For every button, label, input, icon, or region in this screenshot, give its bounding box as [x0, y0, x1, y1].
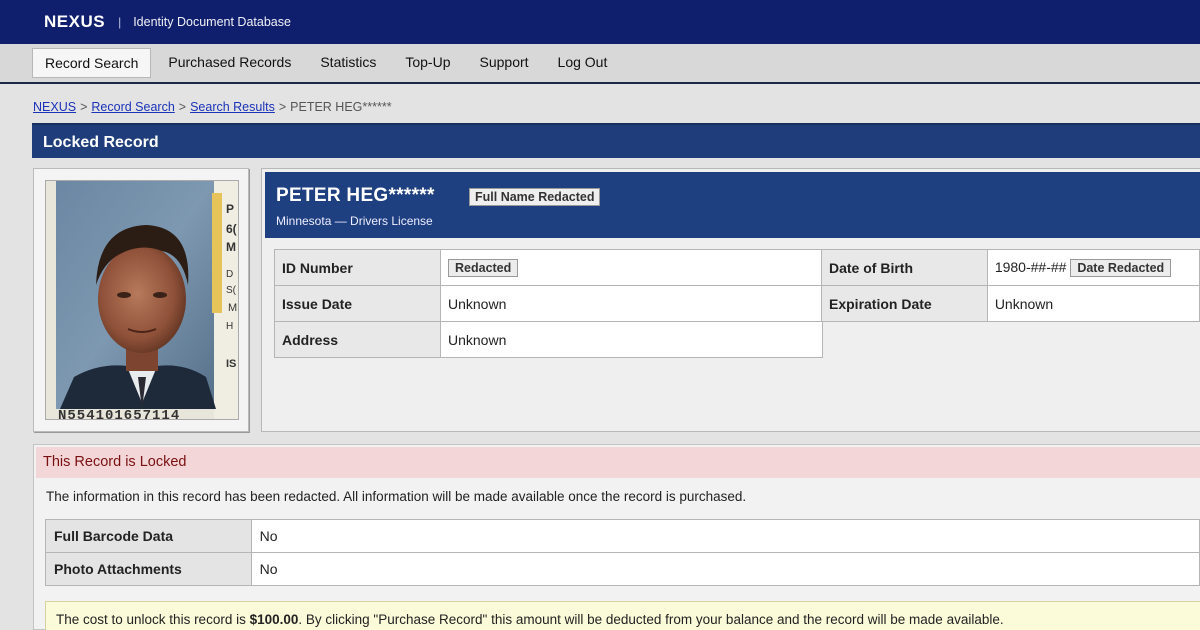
table-row: Photo Attachments No	[45, 552, 1200, 586]
field-label: Date of Birth	[821, 249, 988, 286]
record-header: PETER HEG****** Full Name Redacted Minne…	[265, 172, 1200, 238]
locked-message: The information in this record has been …	[46, 489, 747, 504]
id-photo-image: P 6( M D S( M H IS N554101657114	[46, 181, 238, 420]
row-label: Photo Attachments	[45, 552, 252, 586]
field-label: Expiration Date	[821, 285, 988, 322]
cost-amount: $100.00	[249, 612, 299, 627]
cost-prefix: The cost to unlock this record is	[56, 612, 250, 627]
nav-record-search[interactable]: Record Search	[32, 48, 152, 78]
photo-text-line: IS	[226, 358, 236, 370]
nav-purchased-records[interactable]: Purchased Records	[154, 48, 305, 78]
cost-suffix: . By clicking "Purchase Record" this amo…	[298, 612, 1004, 627]
field-value: Unknown	[440, 321, 823, 358]
locked-title: This Record is Locked	[36, 447, 1200, 478]
row-value: No	[250, 519, 1200, 553]
top-bar: NEXUS | Identity Document Database	[0, 0, 1200, 44]
breadcrumb-separator: >	[278, 100, 287, 114]
field-value: Unknown	[986, 285, 1200, 322]
date-redacted-badge: Date Redacted	[1070, 258, 1172, 277]
record-document-type: Minnesota — Drivers License	[276, 214, 433, 228]
field-value: 1980-##-## Date Redacted	[986, 249, 1200, 286]
table-row: Full Barcode Data No	[45, 519, 1200, 553]
record-detail-panel: PETER HEG****** Full Name Redacted Minne…	[261, 168, 1200, 432]
breadcrumb-separator: >	[178, 100, 187, 114]
breadcrumb-current: PETER HEG******	[290, 100, 392, 114]
field-value: Unknown	[440, 285, 823, 322]
field-label: ID Number	[274, 249, 441, 286]
field-row-id-number: ID Number Redacted	[274, 249, 823, 286]
field-row-expiration-date: Expiration Date Unknown	[821, 285, 1200, 322]
field-row-address: Address Unknown	[274, 321, 823, 358]
photo-text-line: H	[226, 321, 233, 332]
photo-barcode-text: N554101657114	[58, 408, 180, 420]
photo-text-line: D	[226, 269, 233, 280]
brand-separator: |	[118, 15, 122, 29]
record-fields-right: Date of Birth 1980-##-## Date Redacted E…	[821, 249, 1200, 322]
photo-text-line: M	[226, 240, 236, 254]
breadcrumb-link-nexus[interactable]: NEXUS	[33, 100, 76, 114]
brand-logo[interactable]: NEXUS	[44, 12, 105, 32]
breadcrumb-link-search-results[interactable]: Search Results	[190, 100, 275, 114]
nav-statistics[interactable]: Statistics	[306, 48, 390, 78]
main-nav: Record Search Purchased Records Statisti…	[0, 44, 1200, 84]
record-name: PETER HEG******	[276, 185, 435, 206]
cost-notice: The cost to unlock this record is $100.0…	[45, 601, 1200, 630]
breadcrumb: NEXUS > Record Search > Search Results > PETER…	[33, 100, 392, 114]
photo-text-line: M	[228, 302, 237, 314]
locked-section: This Record is Locked The information in…	[33, 444, 1200, 630]
dob-value: 1980-##-##	[994, 258, 1067, 275]
field-row-issue-date: Issue Date Unknown	[274, 285, 823, 322]
brand-subtitle: Identity Document Database	[133, 15, 291, 29]
nav-support[interactable]: Support	[466, 48, 543, 78]
field-label: Address	[274, 321, 441, 358]
photo-text-line: S(	[226, 285, 237, 296]
breadcrumb-separator: >	[80, 100, 88, 114]
full-name-redacted-badge: Full Name Redacted	[469, 188, 601, 206]
field-label: Issue Date	[274, 285, 441, 322]
photo-text-line: 6(	[226, 222, 237, 236]
photo-panel: P 6( M D S( M H IS N554101657114	[33, 168, 249, 432]
id-photo: P 6( M D S( M H IS N554101657114	[45, 180, 239, 420]
page-title: Locked Record	[32, 123, 1200, 158]
nav-top-up[interactable]: Top-Up	[391, 48, 464, 78]
row-value: No	[250, 552, 1200, 586]
field-value: Redacted	[440, 249, 823, 286]
locked-details-table: Full Barcode Data No Photo Attachments N…	[45, 519, 1200, 586]
redacted-badge: Redacted	[448, 258, 519, 277]
record-fields-left: ID Number Redacted Issue Date Unknown Ad…	[274, 249, 823, 358]
photo-text-line: P	[226, 202, 234, 216]
row-label: Full Barcode Data	[45, 519, 252, 553]
breadcrumb-link-record-search[interactable]: Record Search	[91, 100, 174, 114]
nav-log-out[interactable]: Log Out	[544, 48, 622, 78]
field-row-date-of-birth: Date of Birth 1980-##-## Date Redacted	[821, 249, 1200, 286]
